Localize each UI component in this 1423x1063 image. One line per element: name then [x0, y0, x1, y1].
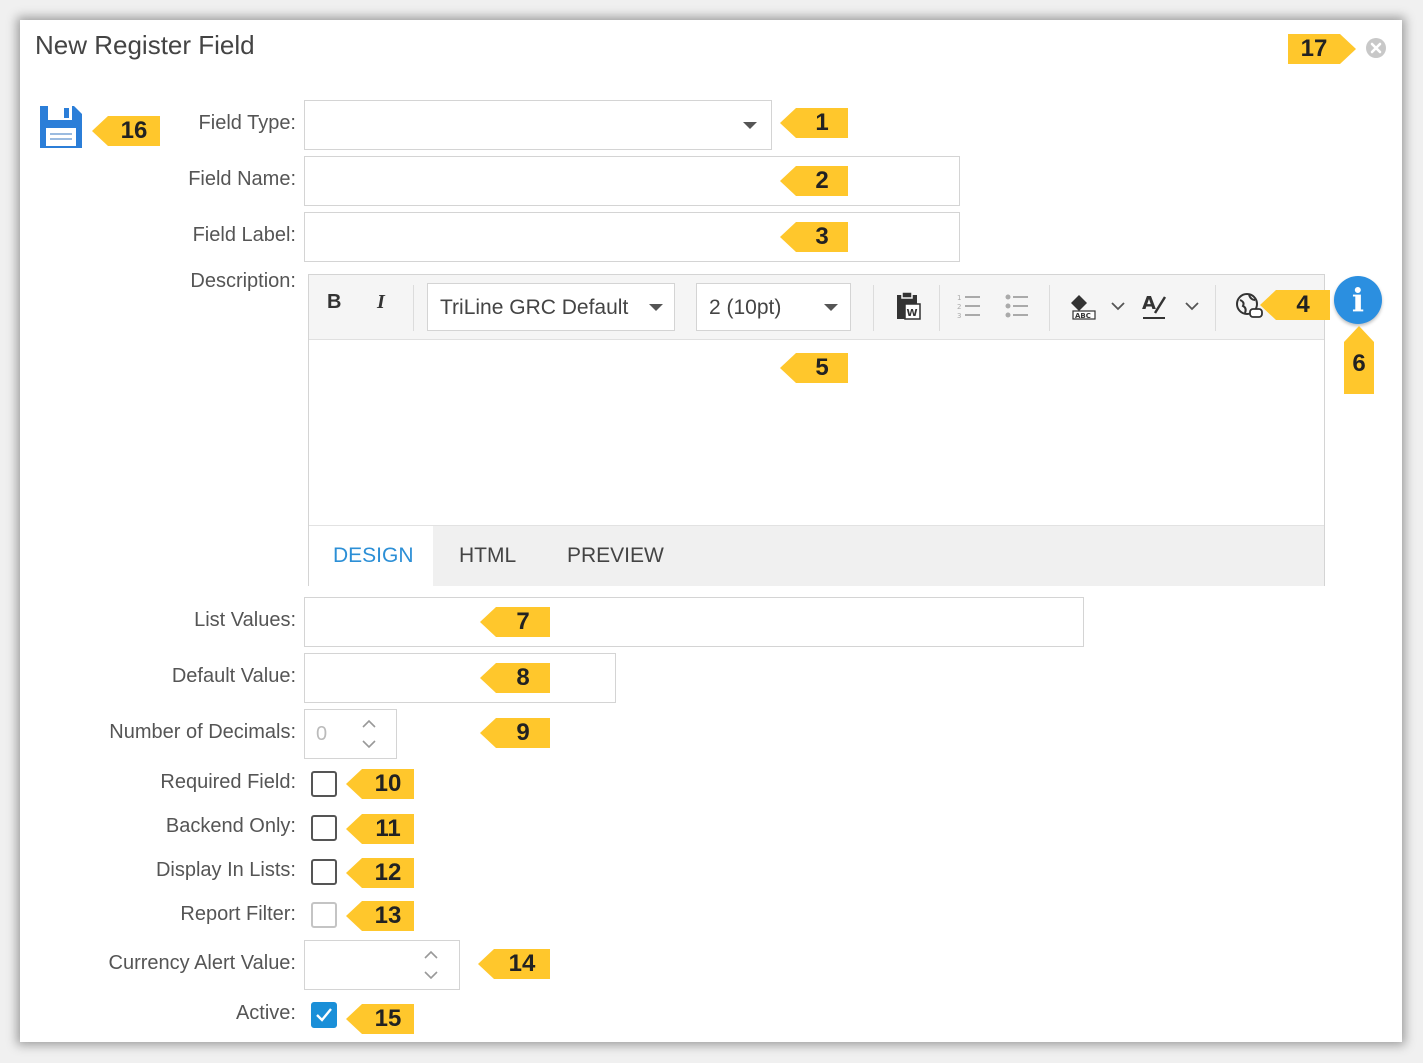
required-label: Required Field: — [160, 771, 296, 793]
editor-toolbar: B I TriLine GRC Default 2 (10pt) W 1 2 3… — [309, 275, 1324, 340]
font-select[interactable]: TriLine GRC Default — [427, 283, 675, 331]
svg-text:1: 1 — [957, 294, 961, 302]
callout-8: 8 — [480, 663, 550, 693]
spinner-icon[interactable] — [423, 949, 439, 981]
decimals-value: 0 — [316, 723, 328, 745]
backend-only-checkbox[interactable] — [311, 815, 337, 841]
spinner-icon[interactable] — [361, 718, 377, 750]
field-type-select[interactable] — [304, 100, 772, 150]
callout-6: 6 — [1344, 326, 1374, 394]
tab-preview[interactable]: PREVIEW — [567, 544, 664, 568]
field-label-label: Field Label: — [192, 224, 296, 246]
field-type-label: Field Type: — [198, 112, 296, 134]
callout-2: 2 — [780, 166, 848, 196]
callout-11: 11 — [346, 814, 414, 844]
chevron-down-icon[interactable] — [1111, 301, 1125, 311]
chevron-down-icon — [743, 122, 757, 129]
spellcheck-icon[interactable]: A — [1141, 291, 1171, 321]
decimals-label: Number of Decimals: — [109, 721, 296, 743]
required-checkbox[interactable] — [311, 771, 337, 797]
display-in-lists-label: Display In Lists: — [155, 859, 296, 881]
field-label-input[interactable] — [304, 212, 960, 262]
toolbar-divider — [939, 285, 940, 331]
close-icon[interactable] — [1366, 38, 1386, 58]
callout-1: 1 — [780, 108, 848, 138]
chevron-down-icon — [649, 304, 663, 311]
currency-alert-stepper[interactable] — [304, 940, 460, 990]
toolbar-divider — [1049, 285, 1050, 331]
info-icon[interactable]: i — [1334, 276, 1382, 324]
callout-15: 15 — [346, 1004, 414, 1034]
callout-3: 3 — [780, 222, 848, 252]
decimals-stepper[interactable]: 0 — [304, 709, 397, 759]
callout-17: 17 — [1288, 34, 1356, 64]
backend-only-label: Backend Only: — [165, 815, 296, 837]
chevron-down-icon — [824, 304, 838, 311]
new-register-field-dialog: New Register Field Field Type: Field Nam… — [20, 20, 1402, 1042]
list-values-label: List Values: — [194, 609, 296, 631]
bold-button[interactable]: B — [327, 291, 341, 314]
svg-text:A: A — [1142, 293, 1156, 314]
default-value-label: Default Value: — [171, 665, 296, 687]
chevron-down-icon[interactable] — [1185, 301, 1199, 311]
dialog-title: New Register Field — [35, 30, 255, 60]
report-filter-checkbox[interactable] — [311, 902, 337, 928]
editor-tabs: DESIGN HTML PREVIEW — [309, 525, 1324, 586]
callout-10: 10 — [346, 769, 414, 799]
active-label: Active: — [235, 1002, 296, 1024]
callout-4: 4 — [1260, 290, 1330, 320]
toolbar-divider — [1215, 285, 1216, 331]
currency-alert-label: Currency Alert Value: — [108, 952, 297, 974]
link-icon[interactable] — [1235, 292, 1263, 320]
field-name-label: Field Name: — [188, 168, 296, 190]
callout-9: 9 — [480, 718, 550, 748]
callout-7: 7 — [480, 607, 550, 637]
description-editor: B I TriLine GRC Default 2 (10pt) W 1 2 3… — [308, 274, 1325, 586]
paste-word-icon[interactable]: W — [895, 291, 921, 321]
ordered-list-icon[interactable]: 123 — [957, 293, 981, 319]
callout-14: 14 — [478, 949, 550, 979]
toolbar-divider — [413, 285, 414, 331]
toolbar-divider — [873, 285, 874, 331]
callout-12: 12 — [346, 858, 414, 888]
list-values-input[interactable] — [304, 597, 1084, 647]
field-name-input[interactable] — [304, 156, 960, 206]
format-icon[interactable]: ABC — [1067, 291, 1097, 321]
description-label: Description: — [190, 270, 296, 292]
report-filter-label: Report Filter: — [180, 903, 296, 925]
tab-html[interactable]: HTML — [459, 544, 516, 568]
svg-text:W: W — [907, 308, 918, 319]
callout-13: 13 — [346, 901, 414, 931]
italic-button[interactable]: I — [377, 291, 385, 314]
svg-text:2: 2 — [957, 303, 961, 311]
save-icon[interactable] — [38, 104, 84, 150]
unordered-list-icon[interactable] — [1005, 293, 1029, 319]
svg-text:3: 3 — [957, 312, 961, 319]
size-select-value: 2 (10pt) — [709, 296, 782, 319]
svg-text:ABC: ABC — [1075, 312, 1091, 320]
display-in-lists-checkbox[interactable] — [311, 859, 337, 885]
default-value-input[interactable] — [304, 653, 616, 703]
callout-5: 5 — [780, 353, 848, 383]
check-icon — [316, 1008, 332, 1022]
callout-16: 16 — [92, 116, 160, 146]
active-checkbox[interactable] — [311, 1002, 337, 1028]
font-select-value: TriLine GRC Default — [440, 296, 629, 319]
tab-design[interactable]: DESIGN — [333, 544, 414, 568]
